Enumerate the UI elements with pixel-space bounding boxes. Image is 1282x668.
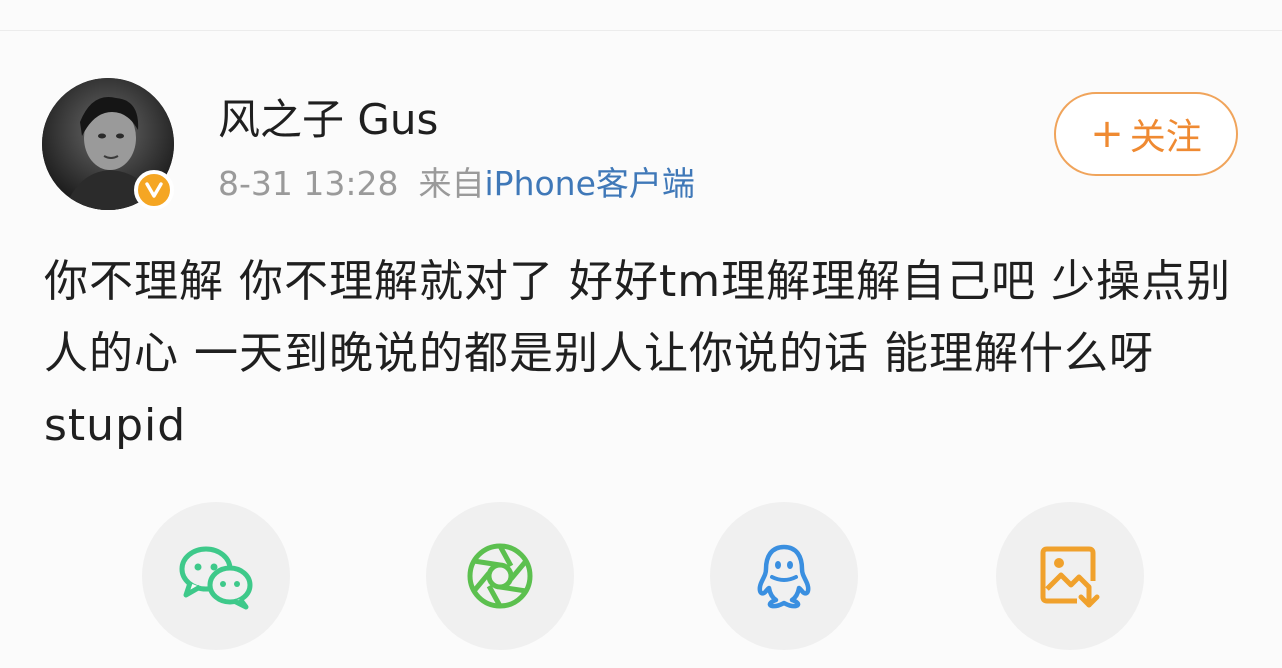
wechat-icon [179, 546, 253, 610]
post-date: 8-31 13:28 [218, 164, 399, 203]
share-wechat-button[interactable] [142, 502, 290, 650]
save-image-icon [1040, 546, 1100, 608]
post-source-prefix: 来自 [418, 164, 485, 203]
share-moments-button[interactable] [426, 502, 574, 650]
share-bar [0, 502, 1282, 652]
save-image-button[interactable] [996, 502, 1144, 650]
post-text: 你不理解 你不理解就对了 好好tm理解理解自己吧 少操点别人的心 一天到晚说的都… [44, 256, 1232, 451]
follow-button-label: 关注 [1129, 117, 1202, 158]
post-meta: 8-31 13:28 来自iPhone客户端 [218, 164, 695, 204]
weibo-post: 风之子 Gus 8-31 13:28 来自iPhone客户端 + 关注 你不理解 你… [0, 0, 1282, 668]
share-qq-button[interactable] [710, 502, 858, 650]
follow-button[interactable]: + 关注 [1054, 92, 1238, 176]
verified-badge-icon [134, 170, 174, 210]
post-source-device[interactable]: iPhone客户端 [485, 164, 695, 203]
qq-icon [757, 544, 811, 609]
moments-icon [467, 543, 533, 609]
plus-icon: + [1090, 111, 1124, 157]
author-avatar-container[interactable] [42, 78, 174, 210]
author-name[interactable]: 风之子 Gus [218, 94, 438, 146]
